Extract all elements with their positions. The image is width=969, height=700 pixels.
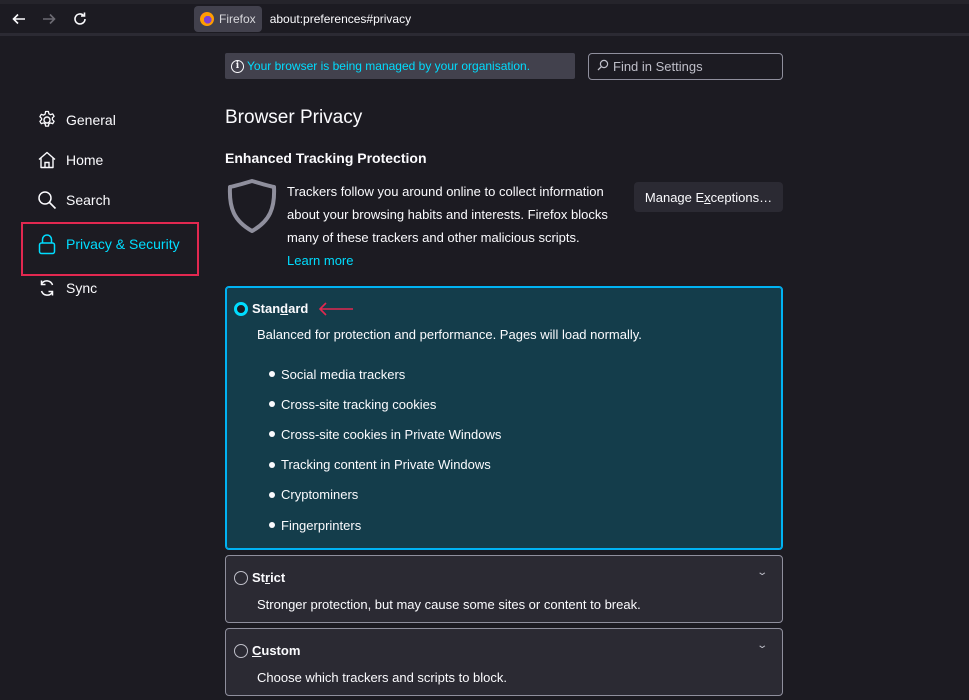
- chevron-down-icon[interactable]: ⌄: [756, 640, 768, 651]
- sync-icon: [36, 277, 58, 299]
- sidebar-item-label: Search: [66, 192, 111, 208]
- url-bar[interactable]: Firefox about:preferences#privacy: [194, 6, 411, 32]
- etp-description: Trackers follow you around online to col…: [287, 180, 617, 272]
- sidebar-item-privacy-security[interactable]: Privacy & Security: [20, 222, 200, 276]
- manage-exceptions-button[interactable]: Manage Ex ceptions…: [634, 182, 783, 212]
- list-item: Social media trackers: [269, 359, 501, 389]
- button-label-part: Manage E: [644, 189, 705, 205]
- option-label: Custom: [252, 643, 301, 658]
- lock-icon: [36, 233, 58, 255]
- sidebar-item-general[interactable]: General: [20, 100, 200, 140]
- arrow-right-icon: [43, 13, 56, 25]
- forward-button[interactable]: [38, 8, 60, 30]
- chevron-down-icon[interactable]: ⌄: [756, 567, 768, 578]
- option-header: Standard: [234, 301, 354, 316]
- search-icon: [36, 189, 58, 211]
- settings-search[interactable]: [588, 53, 783, 80]
- identity-box[interactable]: Firefox: [194, 6, 262, 32]
- option-header: Strict: [234, 570, 285, 585]
- etp-description-text: Trackers follow you around online to col…: [287, 184, 608, 245]
- option-custom[interactable]: Custom ⌄ Choose which trackers and scrip…: [225, 628, 783, 696]
- search-icon: [597, 59, 609, 74]
- url-text[interactable]: about:preferences#privacy: [270, 12, 411, 26]
- sidebar-item-label: Home: [66, 152, 104, 168]
- reload-button[interactable]: [69, 8, 91, 30]
- option-description: Balanced for protection and performance.…: [257, 327, 642, 342]
- policy-notice: i Your browser is being managed by your …: [225, 53, 575, 79]
- list-item: Tracking content in Private Windows: [269, 450, 501, 480]
- list-item: Fingerprinters: [269, 510, 501, 540]
- option-standard[interactable]: Standard Balanced for protection and per…: [225, 286, 783, 550]
- browser-toolbar: Firefox about:preferences#privacy: [0, 0, 969, 36]
- section-title: Enhanced Tracking Protection: [225, 150, 427, 166]
- sidebar-item-label: Sync: [66, 280, 98, 296]
- standard-blocked-list: Social media trackers Cross-site trackin…: [269, 359, 501, 540]
- button-label-part: ceptions…: [710, 189, 773, 205]
- back-button[interactable]: [8, 8, 30, 30]
- option-description: Choose which trackers and scripts to blo…: [257, 670, 507, 685]
- search-input[interactable]: [613, 59, 773, 74]
- sidebar-item-search[interactable]: Search: [20, 180, 200, 220]
- firefox-logo-icon: [200, 12, 214, 26]
- radio-strict[interactable]: [234, 570, 248, 585]
- sidebar-item-home[interactable]: Home: [20, 140, 200, 180]
- settings-sidebar: General Home Search Privacy & Security S…: [20, 100, 200, 308]
- annotation-arrow-icon: [319, 301, 354, 316]
- bullet-icon: [269, 491, 275, 498]
- option-label: Standard: [252, 301, 309, 316]
- learn-more-link[interactable]: Learn more: [287, 249, 617, 272]
- radio-custom[interactable]: [234, 643, 248, 658]
- page-title: Browser Privacy: [225, 107, 363, 128]
- option-description: Stronger protection, but may cause some …: [257, 597, 641, 612]
- option-header: Custom: [234, 643, 300, 658]
- sidebar-item-label: General: [66, 112, 116, 128]
- sidebar-item-label: Privacy & Security: [66, 236, 180, 252]
- tab-strip: [0, 0, 969, 4]
- home-icon: [36, 149, 58, 171]
- info-icon: i: [231, 59, 244, 73]
- option-label: Strict: [252, 570, 286, 585]
- arrow-left-icon: [12, 13, 25, 25]
- list-item: Cross-site tracking cookies: [269, 389, 501, 419]
- bullet-icon: [269, 461, 275, 468]
- bullet-icon: [269, 371, 275, 378]
- bullet-icon: [269, 401, 275, 408]
- radio-standard[interactable]: [234, 301, 248, 316]
- list-item: Cross-site cookies in Private Windows: [269, 419, 501, 449]
- bullet-icon: [269, 431, 275, 438]
- list-item: Cryptominers: [269, 480, 501, 510]
- shield-icon: [227, 179, 277, 233]
- bullet-icon: [269, 522, 275, 529]
- option-strict[interactable]: Strict ⌄ Stronger protection, but may ca…: [225, 555, 783, 623]
- sidebar-item-sync[interactable]: Sync: [20, 268, 200, 308]
- identity-label: Firefox: [219, 12, 256, 26]
- reload-icon: [74, 12, 86, 25]
- policy-notice-text[interactable]: Your browser is being managed by your or…: [247, 59, 530, 73]
- gear-icon: [36, 109, 58, 131]
